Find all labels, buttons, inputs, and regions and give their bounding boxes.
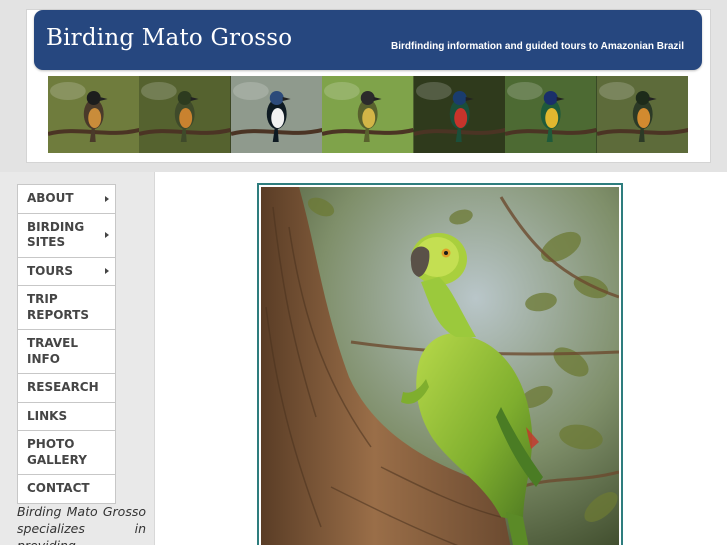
nav-item-label: LINKS xyxy=(27,408,68,423)
bird-photo-icon xyxy=(413,76,506,153)
bird-photo-strip xyxy=(48,76,688,153)
nav-item-label: PHOTO GALLERY xyxy=(27,437,87,467)
parrot-photo xyxy=(261,187,620,545)
header-area: Birding Mato Grosso Birdfinding informat… xyxy=(0,0,727,172)
nav-item-label: TRIP REPORTS xyxy=(27,292,89,322)
strip-photo-3 xyxy=(230,76,323,153)
submenu-arrow-icon xyxy=(105,232,109,238)
bird-photo-icon xyxy=(596,76,688,153)
sidebar-intro-text: Birding Mato Grosso specializes in provi… xyxy=(17,504,146,545)
bird-photo-icon xyxy=(138,76,232,153)
nav-item-tours[interactable]: TOURS xyxy=(18,258,115,286)
nav-item-travel-info[interactable]: TRAVEL INFO xyxy=(18,330,115,374)
bird-photo-icon xyxy=(321,76,415,153)
nav-item-label: RESEARCH xyxy=(27,380,99,394)
strip-photo-1 xyxy=(48,76,140,153)
featured-photo-frame xyxy=(257,183,623,545)
submenu-arrow-icon xyxy=(105,268,109,275)
site-tagline: Birdfinding information and guided tours… xyxy=(391,41,684,52)
strip-photo-7 xyxy=(596,76,688,153)
nav-item-trip-reports[interactable]: TRIP REPORTS xyxy=(18,286,115,330)
nav-menu: ABOUT BIRDING SITES TOURS TRIP REPORTS TRAVE… xyxy=(17,184,116,504)
nav-item-birding-sites[interactable]: BIRDING SITES xyxy=(18,214,115,258)
bird-photo-icon xyxy=(504,76,598,153)
nav-item-label: TOURS xyxy=(27,263,74,278)
nav-item-contact[interactable]: CONTACT xyxy=(18,475,115,504)
nav-item-label: BIRDING SITES xyxy=(27,219,85,250)
strip-photo-4 xyxy=(321,76,415,153)
bird-photo-icon xyxy=(48,76,140,153)
site-title[interactable]: Birding Mato Grosso xyxy=(46,25,292,51)
main-content xyxy=(155,172,727,545)
strip-photo-5 xyxy=(413,76,506,153)
nav-item-label: CONTACT xyxy=(27,481,90,495)
bird-photo-icon xyxy=(230,76,323,153)
nav-item-photo-gallery[interactable]: PHOTO GALLERY xyxy=(18,431,115,475)
sidebar: ABOUT BIRDING SITES TOURS TRIP REPORTS TRAVE… xyxy=(0,172,155,545)
submenu-arrow-icon xyxy=(105,195,109,202)
nav-item-label: ABOUT xyxy=(27,191,74,205)
nav-item-label: TRAVEL INFO xyxy=(27,336,79,366)
nav-item-about[interactable]: ABOUT xyxy=(18,185,115,214)
strip-photo-2 xyxy=(138,76,232,153)
nav-item-research[interactable]: RESEARCH xyxy=(18,374,115,403)
strip-photo-6 xyxy=(504,76,598,153)
site-banner[interactable]: Birding Mato Grosso Birdfinding informat… xyxy=(34,10,702,70)
nav-item-links[interactable]: LINKS xyxy=(18,403,115,431)
